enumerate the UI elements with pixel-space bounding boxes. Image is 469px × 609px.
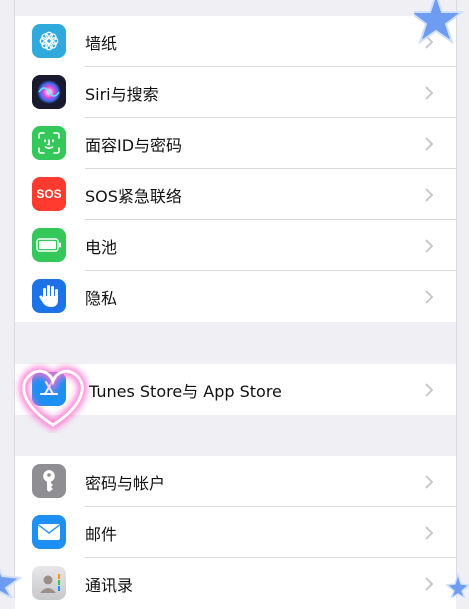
settings-group-display: 墙纸 Siri与搜索 面容ID与密码 SOS SOS紧急联络 电池 隐私 <box>15 16 456 322</box>
hand-icon <box>32 279 66 313</box>
mail-icon <box>32 515 66 549</box>
settings-row-label: 电池 <box>85 237 118 257</box>
settings-row-battery[interactable]: 电池 <box>15 220 456 271</box>
settings-row-label: 密码与帐户 <box>85 473 166 493</box>
chevron-right-icon <box>424 136 434 152</box>
flower-icon <box>32 24 66 58</box>
settings-group-accounts: 密码与帐户 邮件 通讯录 <box>15 456 456 609</box>
settings-row-siri[interactable]: Siri与搜索 <box>15 67 456 118</box>
settings-row-label: Siri与搜索 <box>85 84 159 104</box>
settings-row-label: 墙纸 <box>85 33 118 53</box>
chevron-right-icon <box>424 382 434 398</box>
chevron-right-icon <box>424 85 434 101</box>
battery-icon <box>32 228 66 262</box>
settings-list: 墙纸 Siri与搜索 面容ID与密码 SOS SOS紧急联络 电池 隐私 Tun… <box>14 0 457 609</box>
settings-row-passwords[interactable]: 密码与帐户 <box>15 456 456 507</box>
settings-row-privacy[interactable]: 隐私 <box>15 271 456 322</box>
siri-icon <box>32 75 66 109</box>
settings-row-faceid[interactable]: 面容ID与密码 <box>15 118 456 169</box>
settings-row-wallpaper[interactable]: 墙纸 <box>15 16 456 67</box>
chevron-right-icon <box>424 474 434 490</box>
key-icon <box>32 464 66 498</box>
settings-row-label: 通讯录 <box>85 575 134 595</box>
settings-row-label: Tunes Store与 App Store <box>89 381 282 401</box>
settings-row-label: 面容ID与密码 <box>85 135 183 155</box>
contacts-icon <box>32 566 66 600</box>
settings-row-label: SOS紧急联络 <box>85 186 182 206</box>
sos-icon-text: SOS <box>36 187 62 201</box>
chevron-right-icon <box>424 576 434 592</box>
settings-row-sos[interactable]: SOS SOS紧急联络 <box>15 169 456 220</box>
chevron-right-icon <box>424 525 434 541</box>
chevron-right-icon <box>424 238 434 254</box>
settings-row-label: 隐私 <box>85 288 118 308</box>
chevron-right-icon <box>424 289 434 305</box>
chevron-right-icon <box>424 34 434 50</box>
appstore-icon <box>32 372 66 406</box>
chevron-right-icon <box>424 187 434 203</box>
settings-row-contacts[interactable]: 通讯录 <box>15 558 456 609</box>
settings-group-store: Tunes Store与 App Store <box>15 364 456 415</box>
settings-row-mail[interactable]: 邮件 <box>15 507 456 558</box>
faceid-icon <box>32 126 66 160</box>
settings-row-label: 邮件 <box>85 524 118 544</box>
sos-icon: SOS <box>32 177 66 211</box>
settings-row-itunes-appstore[interactable]: Tunes Store与 App Store <box>15 364 456 415</box>
